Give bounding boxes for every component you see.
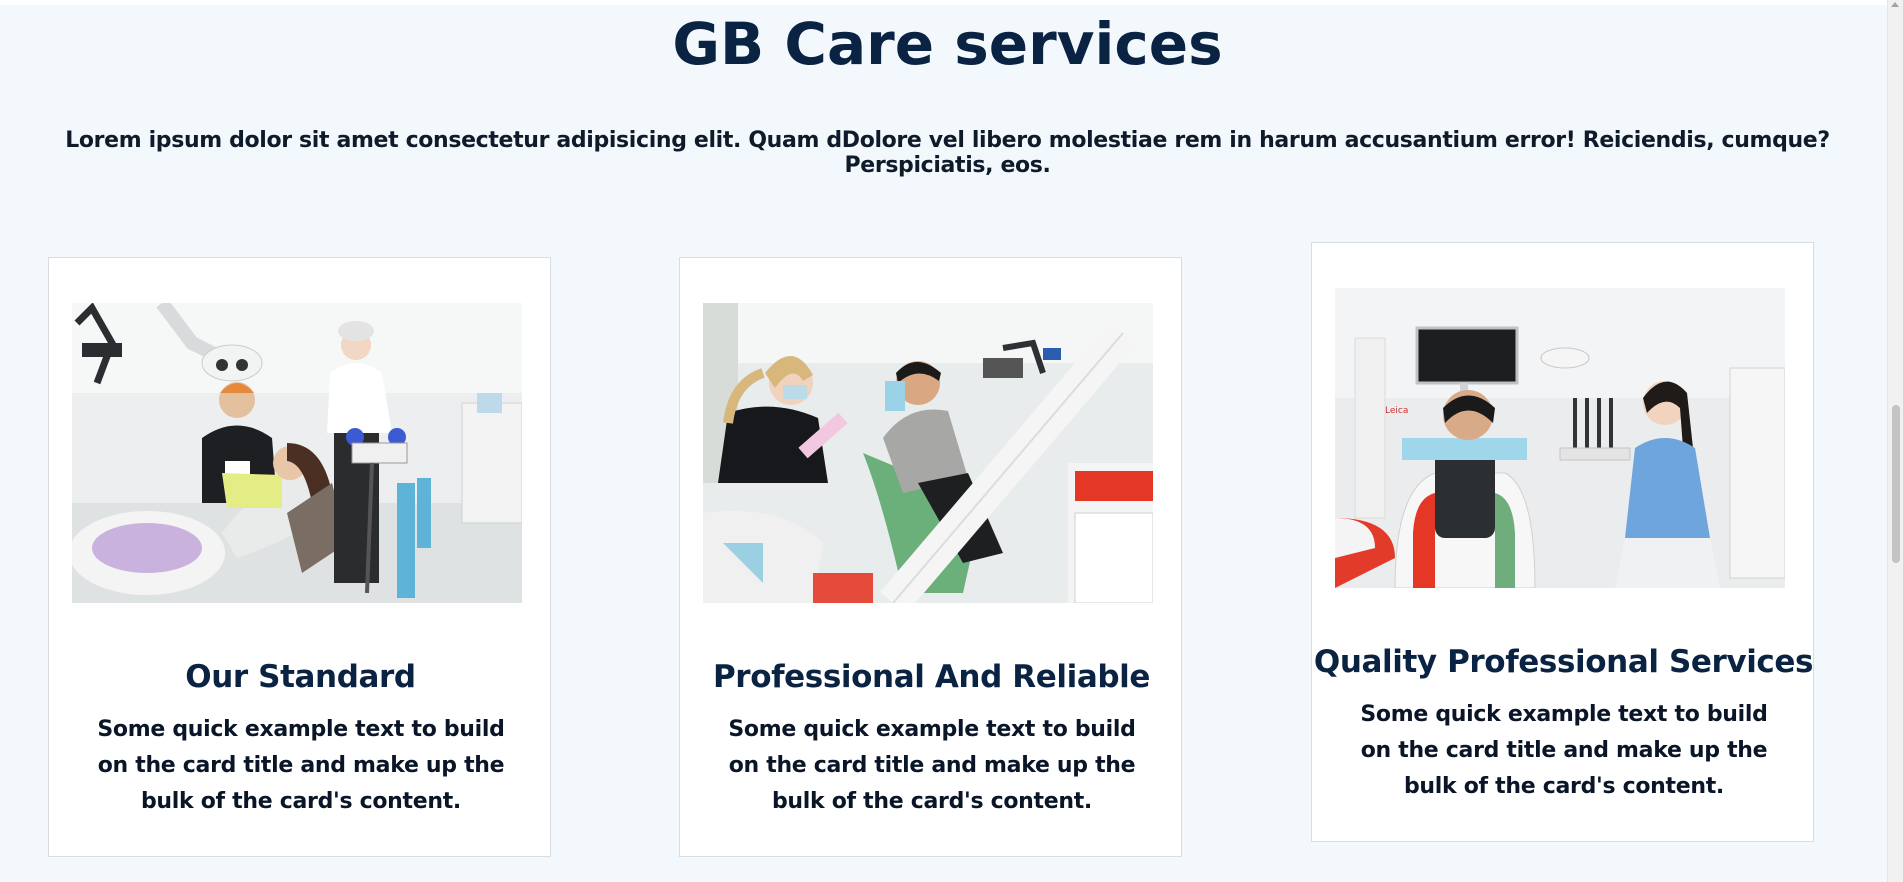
- service-card-professional-and-reliable: Professional And Reliable Some quick exa…: [679, 257, 1182, 857]
- card-title: Professional And Reliable: [712, 659, 1150, 695]
- dental-clinic-photo-3: Leica: [1335, 288, 1785, 588]
- page-scrollbar[interactable]: [1887, 0, 1903, 882]
- card-text: Some quick example text to build on the …: [1360, 702, 1768, 799]
- card-image: [72, 303, 522, 603]
- service-card-our-standard: Our Standard Some quick example text to …: [48, 257, 551, 857]
- dental-clinic-photo-2: [703, 303, 1153, 603]
- service-card-quality-professional-services: Leica Quality Professional Services Some…: [1311, 242, 1814, 842]
- card-text: Some quick example text to build on the …: [97, 717, 505, 814]
- card-image: [703, 303, 1153, 603]
- section-title: GB Care services: [672, 10, 1223, 78]
- card-image: Leica: [1335, 288, 1785, 588]
- card-title: Our Standard: [185, 659, 416, 695]
- card-title: Quality Professional Services: [1313, 644, 1814, 680]
- services-section: GB Care services Lorem ipsum dolor sit a…: [0, 0, 1888, 882]
- section-lead-text: Lorem ipsum dolor sit amet consectetur a…: [65, 128, 1830, 178]
- card-text: Some quick example text to build on the …: [728, 717, 1136, 814]
- svg-text:Leica: Leica: [1385, 406, 1408, 416]
- dental-clinic-photo-1: [72, 303, 522, 603]
- scroll-up-arrow-icon[interactable]: [1891, 2, 1899, 7]
- top-divider: [0, 0, 1888, 5]
- scrollbar-thumb[interactable]: [1892, 405, 1900, 563]
